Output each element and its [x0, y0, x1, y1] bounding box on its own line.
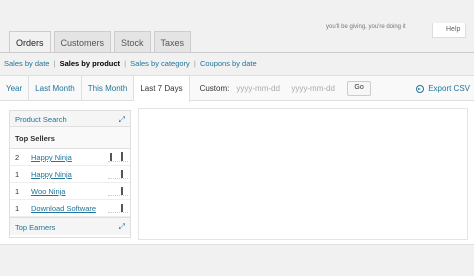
seller-count: 2 [15, 153, 20, 162]
tab-taxes[interactable]: Taxes [153, 31, 192, 52]
seller-link[interactable]: Happy Ninja [31, 170, 72, 179]
screen-options-faded-text: you'll be giving, you're doing it [326, 24, 406, 30]
product-search-label: Product Search [15, 115, 67, 124]
range-this-month[interactable]: This Month [82, 76, 135, 101]
report-tabs: Orders Customers Stock Taxes [9, 31, 194, 53]
seller-count: 1 [15, 170, 20, 179]
top-earners-header[interactable]: Top Earners ⤢ [10, 217, 130, 235]
export-icon [416, 84, 425, 93]
report-subnav: Sales by date | Sales by product | Sales… [4, 59, 257, 68]
sparkline-bar [110, 153, 112, 161]
range-year[interactable]: Year [0, 76, 30, 101]
product-search-header[interactable]: Product Search ⤢ [10, 111, 130, 127]
seller-count: 1 [15, 204, 20, 213]
sales-sparkline [108, 152, 128, 162]
sparkline-bar [121, 170, 123, 178]
sales-sparkline [108, 186, 128, 196]
start-date-input[interactable]: yyyy-mm-dd [236, 83, 284, 100]
seller-count: 1 [15, 187, 20, 196]
export-csv-link[interactable]: Export CSV [416, 84, 470, 93]
tab-orders[interactable]: Orders [9, 31, 51, 53]
seller-link[interactable]: Download Software [31, 204, 96, 213]
sparkline-bar [121, 187, 123, 195]
seller-link[interactable]: Happy Ninja [31, 153, 72, 162]
expand-icon[interactable]: ⤢ [119, 222, 125, 232]
product-sidebar: Product Search ⤢ Top Sellers 2 Happy Nin… [9, 110, 131, 238]
subnav-separator: | [53, 59, 56, 68]
subnav-sales-by-category[interactable]: Sales by category [130, 59, 190, 68]
go-button[interactable]: Go [347, 81, 371, 96]
top-seller-row: 1 Download Software [10, 200, 130, 217]
subnav-sales-by-product[interactable]: Sales by product [60, 59, 120, 68]
top-earners-label: Top Earners [15, 223, 56, 232]
subnav-separator: | [124, 59, 127, 68]
top-sellers-header: Top Sellers [10, 127, 130, 149]
tab-stock[interactable]: Stock [114, 31, 151, 52]
seller-link[interactable]: Woo Ninja [31, 187, 65, 196]
report-panel: Year Last Month This Month Last 7 Days C… [0, 75, 474, 245]
subnav-coupons-by-date[interactable]: Coupons by date [200, 59, 257, 68]
end-date-input[interactable]: yyyy-mm-dd [291, 83, 339, 100]
subnav-separator: | [193, 59, 196, 68]
range-last-month[interactable]: Last Month [29, 76, 82, 101]
top-seller-row: 2 Happy Ninja [10, 149, 130, 166]
top-seller-row: 1 Woo Ninja [10, 183, 130, 200]
custom-range-label: Custom: [199, 84, 230, 93]
tabs-divider [0, 52, 474, 53]
sparkline-bar [121, 152, 123, 161]
top-seller-row: 1 Happy Ninja [10, 166, 130, 183]
expand-icon[interactable]: ⤢ [119, 115, 125, 125]
help-tab[interactable]: Help [432, 23, 466, 38]
range-last-7-days[interactable]: Last 7 Days [134, 76, 190, 102]
subnav-sales-by-date[interactable]: Sales by date [4, 59, 49, 68]
export-csv-label: Export CSV [428, 84, 470, 93]
custom-range: Custom: yyyy-mm-dd yyyy-mm-dd Go [190, 76, 371, 100]
date-range-bar: Year Last Month This Month Last 7 Days C… [0, 76, 474, 102]
chart-placeholder [138, 108, 468, 240]
tab-customers[interactable]: Customers [53, 31, 112, 52]
sales-sparkline [108, 203, 128, 213]
sparkline-bar [121, 204, 123, 212]
sales-sparkline [108, 169, 128, 179]
